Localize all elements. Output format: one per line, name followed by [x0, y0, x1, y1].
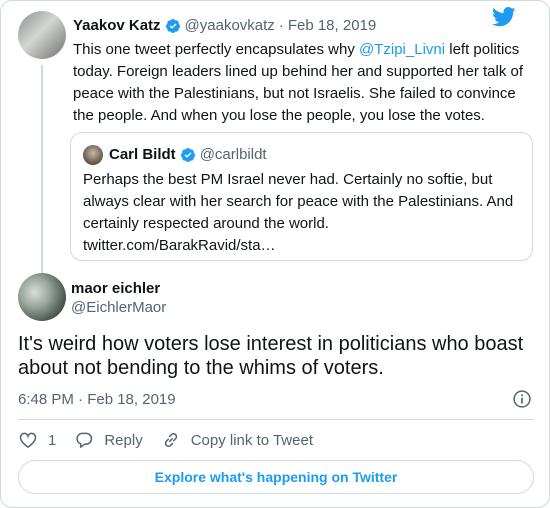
embedded-tweet-card: Yaakov Katz @yaakovkatz · Feb 18, 2019 T… — [0, 0, 550, 508]
quoted-tweet[interactable]: Carl Bildt @carlbildt Perhaps the best P… — [70, 132, 533, 261]
quoted-author-name[interactable]: Carl Bildt — [109, 146, 176, 163]
quoted-text-body: Perhaps the best PM Israel never had. Ce… — [83, 171, 514, 232]
quoted-tweet-header: Carl Bildt @carlbildt — [109, 146, 267, 163]
author-name[interactable]: Yaakov Katz — [73, 17, 161, 34]
separator-dot: · — [278, 17, 284, 34]
tweet-timestamp-link[interactable]: 6:48 PM · Feb 18, 2019 — [18, 391, 176, 408]
author-handle[interactable]: @yaakovkatz — [185, 17, 275, 34]
avatar[interactable] — [18, 273, 66, 321]
reply-label: Reply — [104, 431, 143, 449]
tweet-text-part: This one tweet perfectly encapsulates wh… — [73, 41, 359, 58]
reply-bubble-icon — [76, 432, 93, 448]
quoted-link[interactable]: twitter.com/BarakRavid/sta… — [83, 237, 276, 254]
like-button[interactable]: 1 — [18, 430, 56, 450]
quoted-author-handle[interactable]: @carlbildt — [200, 146, 267, 163]
tweet-actions: 1 Reply Copy link to Tweet — [18, 429, 331, 451]
thread-connector-line — [41, 65, 43, 275]
explore-twitter-button[interactable]: Explore what's happening on Twitter — [18, 460, 534, 494]
link-icon — [164, 432, 177, 448]
divider — [18, 419, 534, 420]
verified-badge-icon — [165, 18, 180, 33]
info-icon[interactable] — [512, 389, 532, 409]
like-count: 1 — [48, 431, 57, 449]
parent-tweet-text: This one tweet perfectly encapsulates wh… — [73, 39, 533, 127]
copy-link-button[interactable]: Copy link to Tweet — [161, 430, 313, 450]
verified-badge-icon — [180, 147, 195, 162]
twitter-bird-icon[interactable] — [492, 7, 516, 27]
heart-icon — [19, 432, 37, 448]
author-name[interactable]: maor eichler — [71, 280, 160, 297]
tweet-text: It's weird how voters lose interest in p… — [18, 333, 524, 379]
copy-link-label: Copy link to Tweet — [190, 431, 313, 449]
tweet-date-link[interactable]: Feb 18, 2019 — [288, 17, 376, 34]
avatar[interactable] — [18, 11, 66, 59]
author-handle[interactable]: @EichlerMaor — [71, 299, 166, 316]
reply-button[interactable]: Reply — [74, 430, 143, 450]
quoted-tweet-text: Perhaps the best PM Israel never had. Ce… — [83, 169, 523, 257]
quoted-avatar[interactable] — [83, 145, 103, 165]
parent-tweet-header: Yaakov Katz @yaakovkatz · Feb 18, 2019 — [73, 17, 376, 34]
mention-link[interactable]: @Tzipi_Livni — [359, 41, 445, 58]
